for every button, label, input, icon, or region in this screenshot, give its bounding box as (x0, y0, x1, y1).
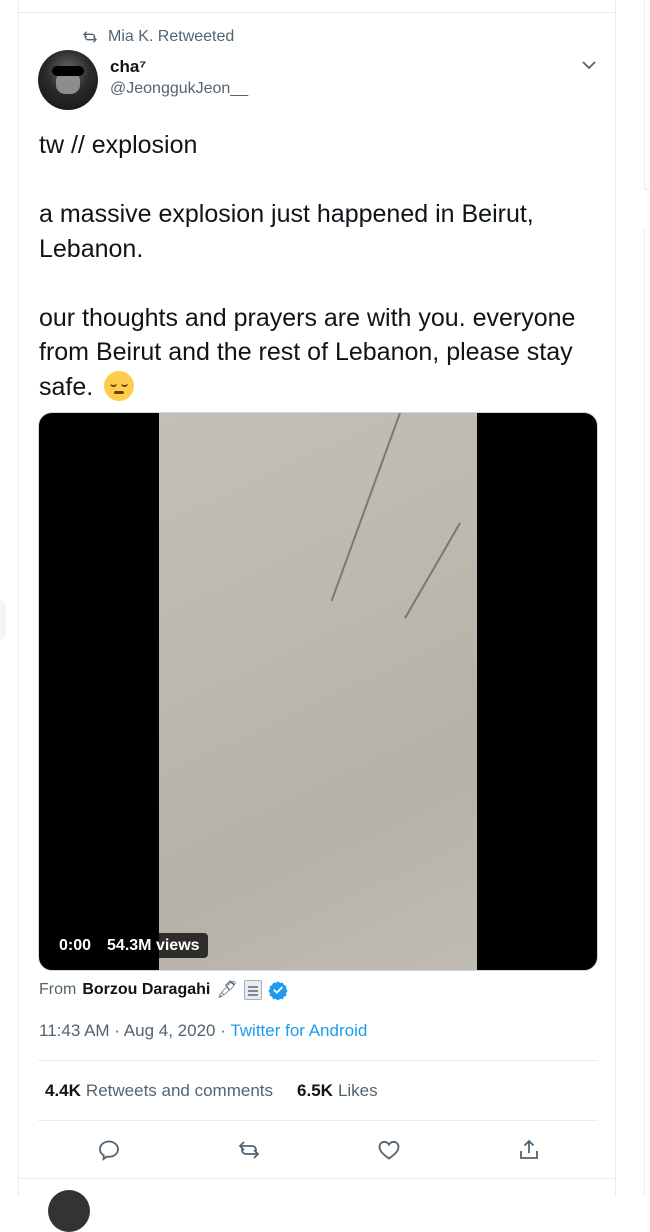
tweet-time[interactable]: 11:43 AM (39, 1021, 110, 1040)
verified-icon (268, 981, 288, 1000)
retweets-label: Retweets and comments (85, 1081, 274, 1100)
stats-divider-bottom (38, 1120, 598, 1121)
frame-detail (330, 413, 401, 602)
reply-button[interactable] (92, 1133, 126, 1167)
attribution-prefix: From (39, 981, 77, 998)
likes-stat[interactable]: 6.5K Likes (297, 1081, 378, 1101)
author-name[interactable]: cha⁷ (110, 57, 146, 77)
video-info-badge: 0:00 54.3M views (51, 933, 208, 958)
adjacent-panel-edge (644, 0, 650, 190)
video-player[interactable]: 0:00 54.3M views (38, 412, 598, 971)
tweet-meta: 11:43 AM · Aug 4, 2020 · Twitter for And… (39, 1021, 367, 1041)
pen-icon: 🖋 (216, 980, 238, 999)
author-avatar[interactable] (38, 50, 98, 110)
retweet-icon (238, 1141, 260, 1159)
tweet-actions (38, 1133, 598, 1169)
tweet-client[interactable]: Twitter for Android (230, 1021, 367, 1040)
video-time: 0:00 (59, 936, 92, 954)
pensive-face-emoji (104, 370, 135, 401)
retweet-context[interactable]: Mia K. Retweeted (82, 28, 234, 46)
tweet-text: tw // explosion a massive explosion just… (39, 128, 604, 404)
tweet-date[interactable]: Aug 4, 2020 (124, 1021, 216, 1040)
meta-separator-1: · (114, 1021, 120, 1040)
meta-separator-2: · (220, 1021, 226, 1040)
share-button[interactable] (512, 1133, 546, 1167)
top-divider (18, 12, 616, 13)
retweet-context-text: Mia K. Retweeted (108, 28, 235, 45)
attribution-source[interactable]: Borzou Daragahi (82, 981, 210, 999)
like-icon (378, 1140, 400, 1160)
share-icon (520, 1139, 538, 1159)
tweet-stats: 4.4K Retweets and comments 6.5K Likes (45, 1081, 378, 1101)
video-attribution: From Borzou Daragahi 🖋 (39, 980, 288, 1000)
author-handle[interactable]: @JeonggukJeon__ (110, 80, 248, 98)
chevron-down-icon[interactable] (580, 58, 598, 72)
tweet-bottom-divider (18, 1178, 616, 1179)
notepad-icon (243, 980, 262, 1000)
retweet-icon (83, 31, 97, 43)
video-views: 54.3M views (107, 936, 200, 954)
video-frame (159, 413, 477, 970)
stats-divider-top (38, 1060, 598, 1061)
avatar-glasses (52, 66, 84, 76)
retweets-count: 4.4K (45, 1081, 81, 1100)
adjacent-panel-edge-lower (644, 228, 650, 1196)
likes-count: 6.5K (297, 1081, 333, 1100)
retweet-button[interactable] (232, 1133, 266, 1167)
retweets-stat[interactable]: 4.4K Retweets and comments (45, 1081, 273, 1101)
reply-icon (99, 1140, 119, 1161)
next-tweet-avatar[interactable] (48, 1190, 90, 1232)
tweet-body: tw // explosion a massive explosion just… (39, 131, 576, 401)
frame-detail-2 (404, 522, 461, 619)
likes-label: Likes (337, 1081, 378, 1100)
like-button[interactable] (372, 1133, 406, 1167)
left-edge-shadow (0, 600, 6, 640)
